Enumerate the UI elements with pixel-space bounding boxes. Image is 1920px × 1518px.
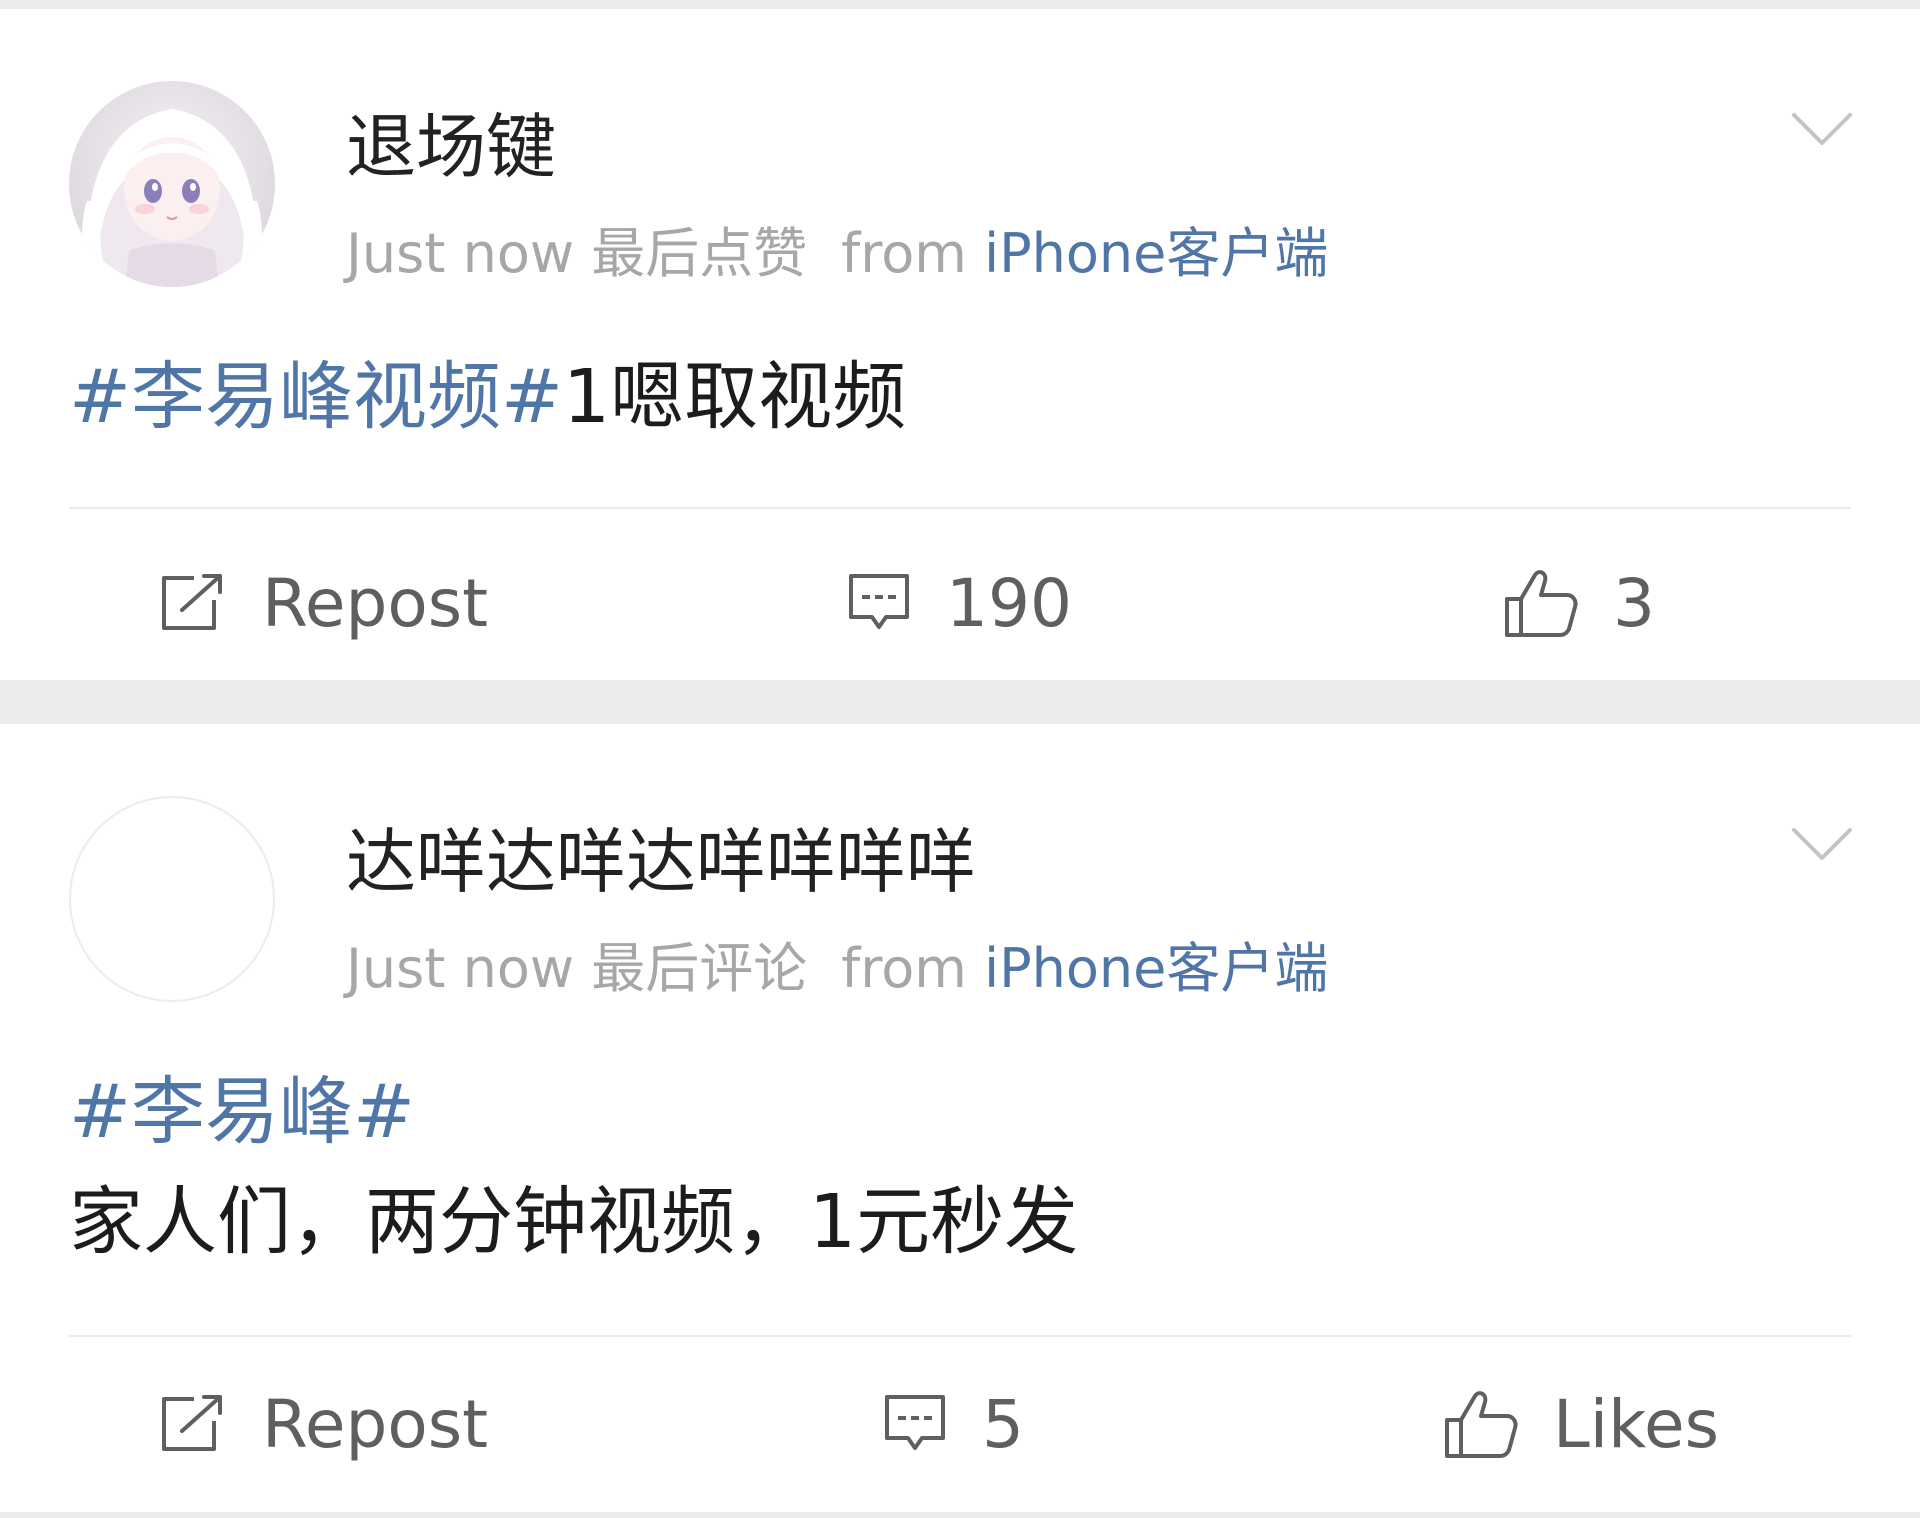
comment-icon <box>882 1392 948 1456</box>
source-link[interactable]: iPhone客户端 <box>984 937 1328 1000</box>
comment-count: 5 <box>982 1385 1024 1463</box>
thumbs-up-icon <box>1503 567 1579 639</box>
post-text: #李易峰视频#1嗯取视频 <box>69 342 906 452</box>
avatar-anime-girl-image <box>69 81 275 287</box>
divider <box>69 1335 1851 1337</box>
repost-label: Repost <box>262 564 489 642</box>
username[interactable]: 达咩达咩达咩咩咩咩 <box>346 817 976 907</box>
source-prefix: from <box>841 937 967 1000</box>
post-card[interactable]: 退场键 Just now 最后点赞 from iPhone客户端 #李易峰视频#1… <box>0 9 1920 680</box>
post-meta: Just now 最后点赞 from iPhone客户端 <box>346 219 1328 289</box>
comment-count: 190 <box>946 564 1072 642</box>
repost-label: Repost <box>262 1385 489 1463</box>
like-count: 3 <box>1613 564 1655 642</box>
hashtag-line: #李易峰# <box>69 1057 415 1167</box>
username[interactable]: 退场键 <box>346 102 556 192</box>
thumbs-up-icon <box>1443 1388 1519 1460</box>
divider <box>69 507 1851 509</box>
chevron-down-icon[interactable] <box>1790 824 1854 864</box>
like-button[interactable]: 3 <box>1503 555 1655 651</box>
feed: 退场键 Just now 最后点赞 from iPhone客户端 #李易峰视频#1… <box>0 0 1920 1518</box>
repost-button[interactable]: Repost <box>158 1376 488 1472</box>
like-button[interactable]: Likes <box>1443 1376 1719 1472</box>
repost-icon <box>158 572 228 634</box>
comment-button[interactable]: 5 <box>882 1376 1024 1472</box>
activity-label: 最后点赞 <box>591 222 808 285</box>
avatar[interactable] <box>69 796 275 1002</box>
post-card[interactable]: 达咩达咩达咩咩咩咩 Just now 最后评论 from iPhone客户端 #李… <box>0 724 1920 1512</box>
repost-icon <box>158 1393 228 1455</box>
chevron-down-icon[interactable] <box>1790 109 1854 149</box>
hashtag-link[interactable]: #李易峰# <box>69 1069 415 1155</box>
avatar[interactable] <box>69 81 275 287</box>
hashtag-link[interactable]: #李易峰视频# <box>69 354 563 440</box>
timestamp: Just now <box>346 937 575 1000</box>
post-body: 1嗯取视频 <box>563 354 907 440</box>
activity-label: 最后评论 <box>591 937 808 1000</box>
source-prefix: from <box>841 222 967 285</box>
comment-icon <box>846 571 912 635</box>
like-label: Likes <box>1553 1385 1719 1463</box>
timestamp: Just now <box>346 222 575 285</box>
post-meta: Just now 最后评论 from iPhone客户端 <box>346 934 1328 1004</box>
repost-button[interactable]: Repost <box>158 555 488 651</box>
post-body: 家人们，两分钟视频，1元秒发 <box>69 1179 1079 1265</box>
source-link[interactable]: iPhone客户端 <box>984 222 1328 285</box>
comment-button[interactable]: 190 <box>846 555 1072 651</box>
